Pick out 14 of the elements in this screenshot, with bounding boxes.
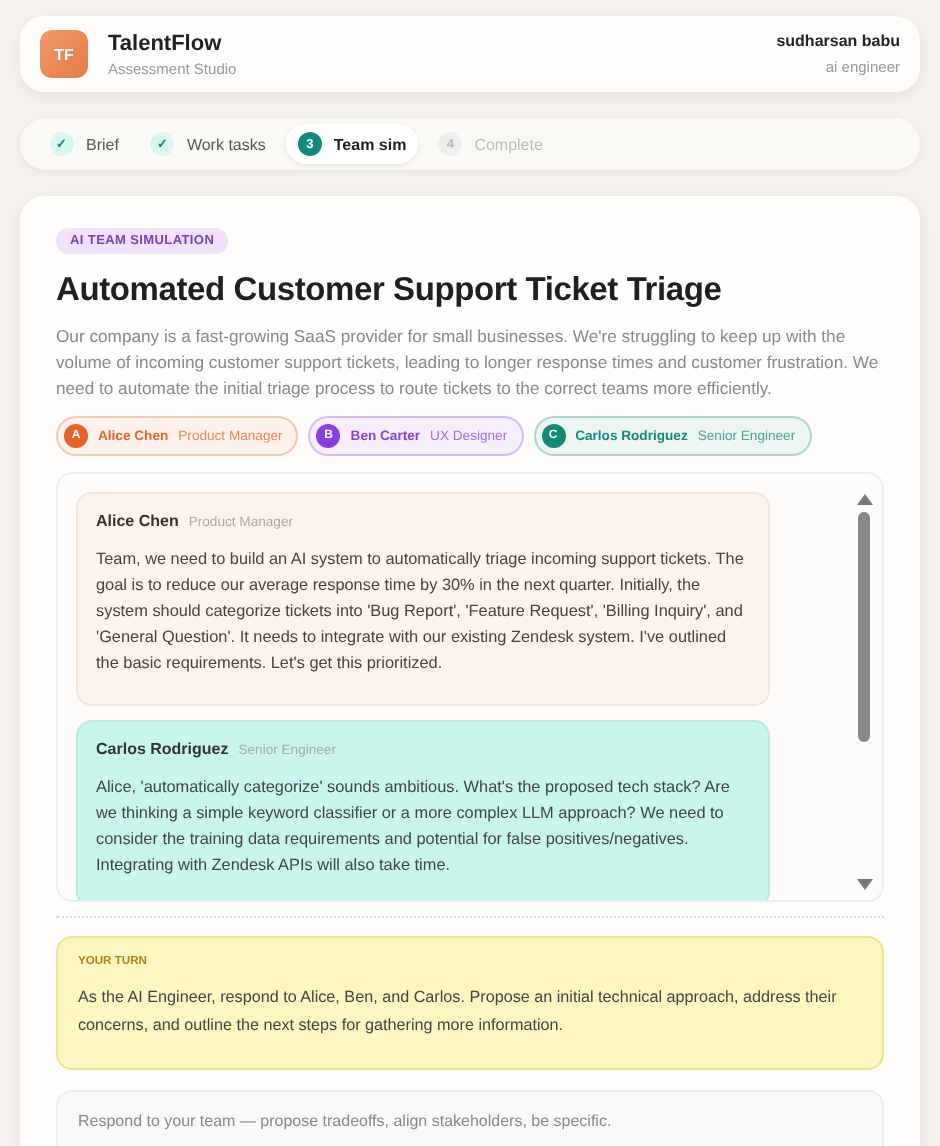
scrollbar-thumb[interactable] (858, 512, 870, 742)
user-name: sudharsan babu (776, 32, 900, 50)
message-author: Alice Chen (96, 512, 179, 530)
scenario-title: Automated Customer Support Ticket Triage (56, 272, 724, 310)
your-turn-text: As the AI Engineer, respond to Alice, Ben, and Carlos. Propose an initial technical approach, address their concerns, and outline the next steps for gathering more information. (78, 986, 839, 1038)
logo-badge: TF (40, 30, 88, 78)
response-field[interactable]: Respond to your team — propose tradeoffs, align stakeholders, be specific. (56, 1090, 884, 1146)
message-text: Team, we need to build an AI system to automatically triage incoming support tickets. The goal is to reduce our average response time by 30% in the next quarter. Initially, the system should categorize tickets into 'Bug Report', 'Feature Request', 'Billing Inquiry', and 'General Question'. It needs to integrate with our existing Zendesk system. I've outlined the basic requirements. Let's get this prioritized. (96, 548, 746, 676)
scroll-up-icon[interactable] (855, 492, 873, 506)
scroll-down-icon[interactable] (855, 878, 873, 892)
app-name: TalentFlow (108, 31, 224, 55)
message-text: Alice, 'automatically categorize' sounds ambitious. What's the proposed tech stack? Are we thinking a simple keyword classifier or a more complex LLM approach? We need to consider the training data requirements and potential for false positives/negatives. Integrating with Zendesk APIs will also take time. (96, 776, 732, 878)
message-author: Carlos Rodriguez (96, 740, 229, 758)
scenario-description: Our company is a fast-growing SaaS provider for small businesses. We're struggling to keep up with the volume of incoming customer support tickets, leading to longer response times and customer frustration. We need to automate the initial triage process to route tickets to the correct teams more efficiently. (56, 324, 881, 402)
